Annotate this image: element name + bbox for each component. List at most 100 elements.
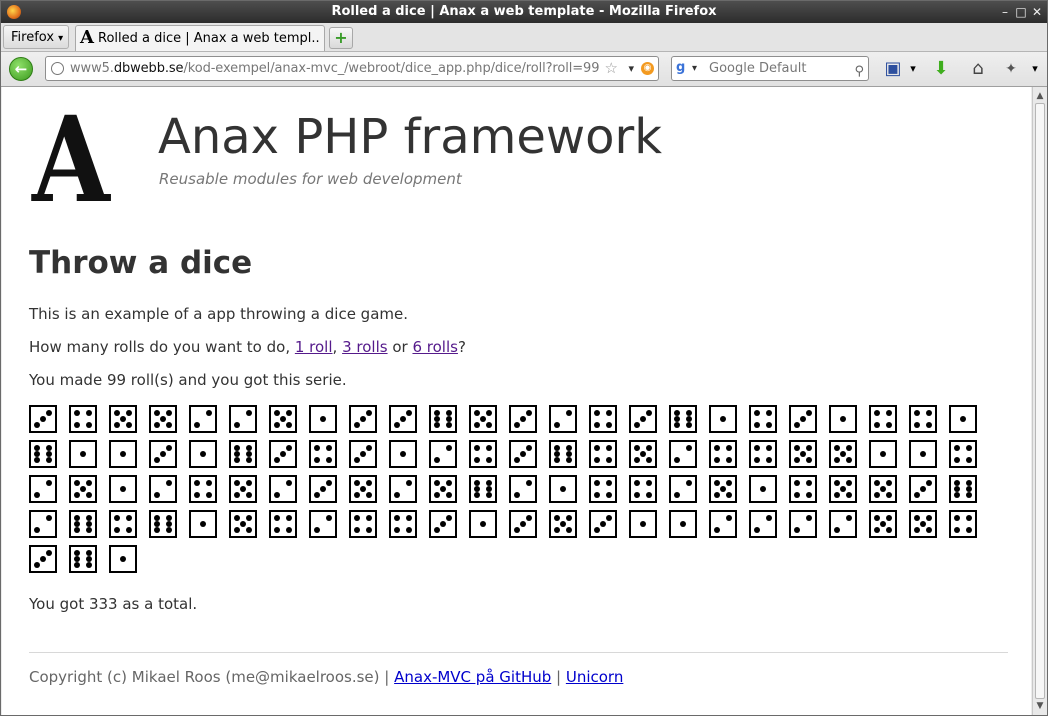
die-face-1 [389, 440, 417, 468]
die-pip [114, 410, 120, 416]
die-face-2 [669, 440, 697, 468]
separator: , [332, 338, 343, 356]
die-pip [474, 445, 480, 451]
link-6-rolls[interactable]: 6 rolls [412, 338, 457, 356]
link-1-roll[interactable]: 1 roll [295, 338, 333, 356]
die-pip [606, 410, 612, 416]
bookmark-star-icon[interactable]: ☆ [605, 57, 618, 80]
die-pip [366, 492, 372, 498]
die-pip [846, 492, 852, 498]
die-pip [446, 515, 452, 521]
die-face-6 [469, 475, 497, 503]
die-pip [720, 486, 726, 492]
die-pip [126, 422, 132, 428]
search-bar[interactable]: g ▾ Google Default ⚲ [671, 56, 869, 81]
die-pip [634, 457, 640, 463]
scroll-up-icon[interactable]: ▲ [1034, 89, 1046, 103]
scrollbar-thumb[interactable] [1035, 103, 1045, 699]
die-pip [86, 422, 92, 428]
die-pip [954, 527, 960, 533]
die-pip [926, 410, 932, 416]
die-pip [366, 515, 372, 521]
addon-dropdown-icon[interactable]: ▾ [1023, 57, 1047, 81]
die-pip [86, 492, 92, 498]
close-icon[interactable]: ✕ [1029, 4, 1045, 20]
intro-text: This is an example of a app throwing a d… [29, 305, 409, 323]
feed-icon[interactable]: ◉ [641, 62, 654, 75]
browser-window: Rolled a dice | Anax a web template - Mo… [0, 0, 1048, 716]
die-pip [120, 556, 126, 562]
globe-icon [51, 62, 64, 75]
die-pip [926, 480, 932, 486]
die-face-5 [709, 475, 737, 503]
die-face-5 [269, 405, 297, 433]
die-pip [766, 445, 772, 451]
github-link[interactable]: Anax-MVC på GitHub [394, 668, 551, 686]
die-pip [714, 527, 720, 533]
die-pip [326, 457, 332, 463]
die-face-5 [429, 475, 457, 503]
die-pip [554, 422, 560, 428]
site-logo[interactable]: A [32, 101, 110, 219]
die-pip [594, 480, 600, 486]
die-face-2 [509, 475, 537, 503]
die-pip [486, 422, 492, 428]
die-pip [234, 480, 240, 486]
back-arrow-icon[interactable]: ← [9, 57, 33, 81]
die-pip [560, 486, 566, 492]
die-pip [926, 422, 932, 428]
die-pip [646, 492, 652, 498]
firefox-menu-button[interactable]: Firefox ▾ [3, 25, 69, 49]
die-face-2 [29, 510, 57, 538]
minimize-icon[interactable]: – [997, 4, 1013, 20]
search-icon[interactable]: ⚲ [854, 60, 864, 83]
question-prefix: How many rolls do you want to do, [29, 338, 295, 356]
tab-active[interactable]: A Rolled a dice | Anax a web templ... [75, 25, 325, 51]
die-pip [160, 451, 166, 457]
die-face-4 [309, 440, 337, 468]
home-icon[interactable]: ⌂ [966, 57, 990, 81]
die-pip [280, 451, 286, 457]
die-pip [394, 515, 400, 521]
google-icon[interactable]: g [676, 61, 690, 75]
download-icon[interactable]: ⬇ [929, 57, 953, 81]
die-pip [274, 457, 280, 463]
die-pip [40, 556, 46, 562]
die-face-2 [429, 440, 457, 468]
maximize-icon[interactable]: □ [1013, 4, 1029, 20]
die-pip [434, 527, 440, 533]
die-pip [280, 416, 286, 422]
addon-icon[interactable]: ✦ [999, 57, 1023, 81]
die-pip [86, 527, 92, 533]
bookmarks-dropdown-icon[interactable]: ▾ [901, 57, 925, 81]
site-title[interactable]: Anax PHP framework [158, 109, 662, 165]
vertical-scrollbar[interactable]: ▲ ▼ [1032, 87, 1047, 715]
navigation-toolbar: ← www5.dbwebb.se/kod-exempel/anax-mvc_/w… [1, 52, 1047, 87]
link-3-rolls[interactable]: 3 rolls [342, 338, 387, 356]
die-pip [366, 410, 372, 416]
new-tab-button[interactable]: + [329, 27, 353, 49]
die-face-4 [69, 405, 97, 433]
firefox-menu-label: Firefox [11, 30, 55, 45]
die-face-5 [149, 405, 177, 433]
die-pip [320, 416, 326, 422]
die-face-3 [349, 405, 377, 433]
page-content: A Anax PHP framework Reusable modules fo… [2, 87, 1031, 715]
die-pip [806, 492, 812, 498]
die-pip [154, 410, 160, 416]
die-pip [914, 492, 920, 498]
die-pip [800, 416, 806, 422]
url-bar[interactable]: www5.dbwebb.se/kod-exempel/anax-mvc_/web… [45, 56, 659, 81]
scroll-down-icon[interactable]: ▼ [1034, 699, 1046, 713]
die-pip [634, 422, 640, 428]
die-face-3 [269, 440, 297, 468]
die-pip [234, 457, 240, 463]
unicorn-link[interactable]: Unicorn [566, 668, 624, 686]
search-engine-dropdown-icon[interactable]: ▾ [692, 57, 697, 80]
die-face-5 [349, 475, 377, 503]
die-face-3 [29, 405, 57, 433]
die-pip [246, 410, 252, 416]
die-pip [80, 486, 86, 492]
die-pip [286, 410, 292, 416]
url-dropdown-icon[interactable]: ▾ [628, 57, 634, 80]
